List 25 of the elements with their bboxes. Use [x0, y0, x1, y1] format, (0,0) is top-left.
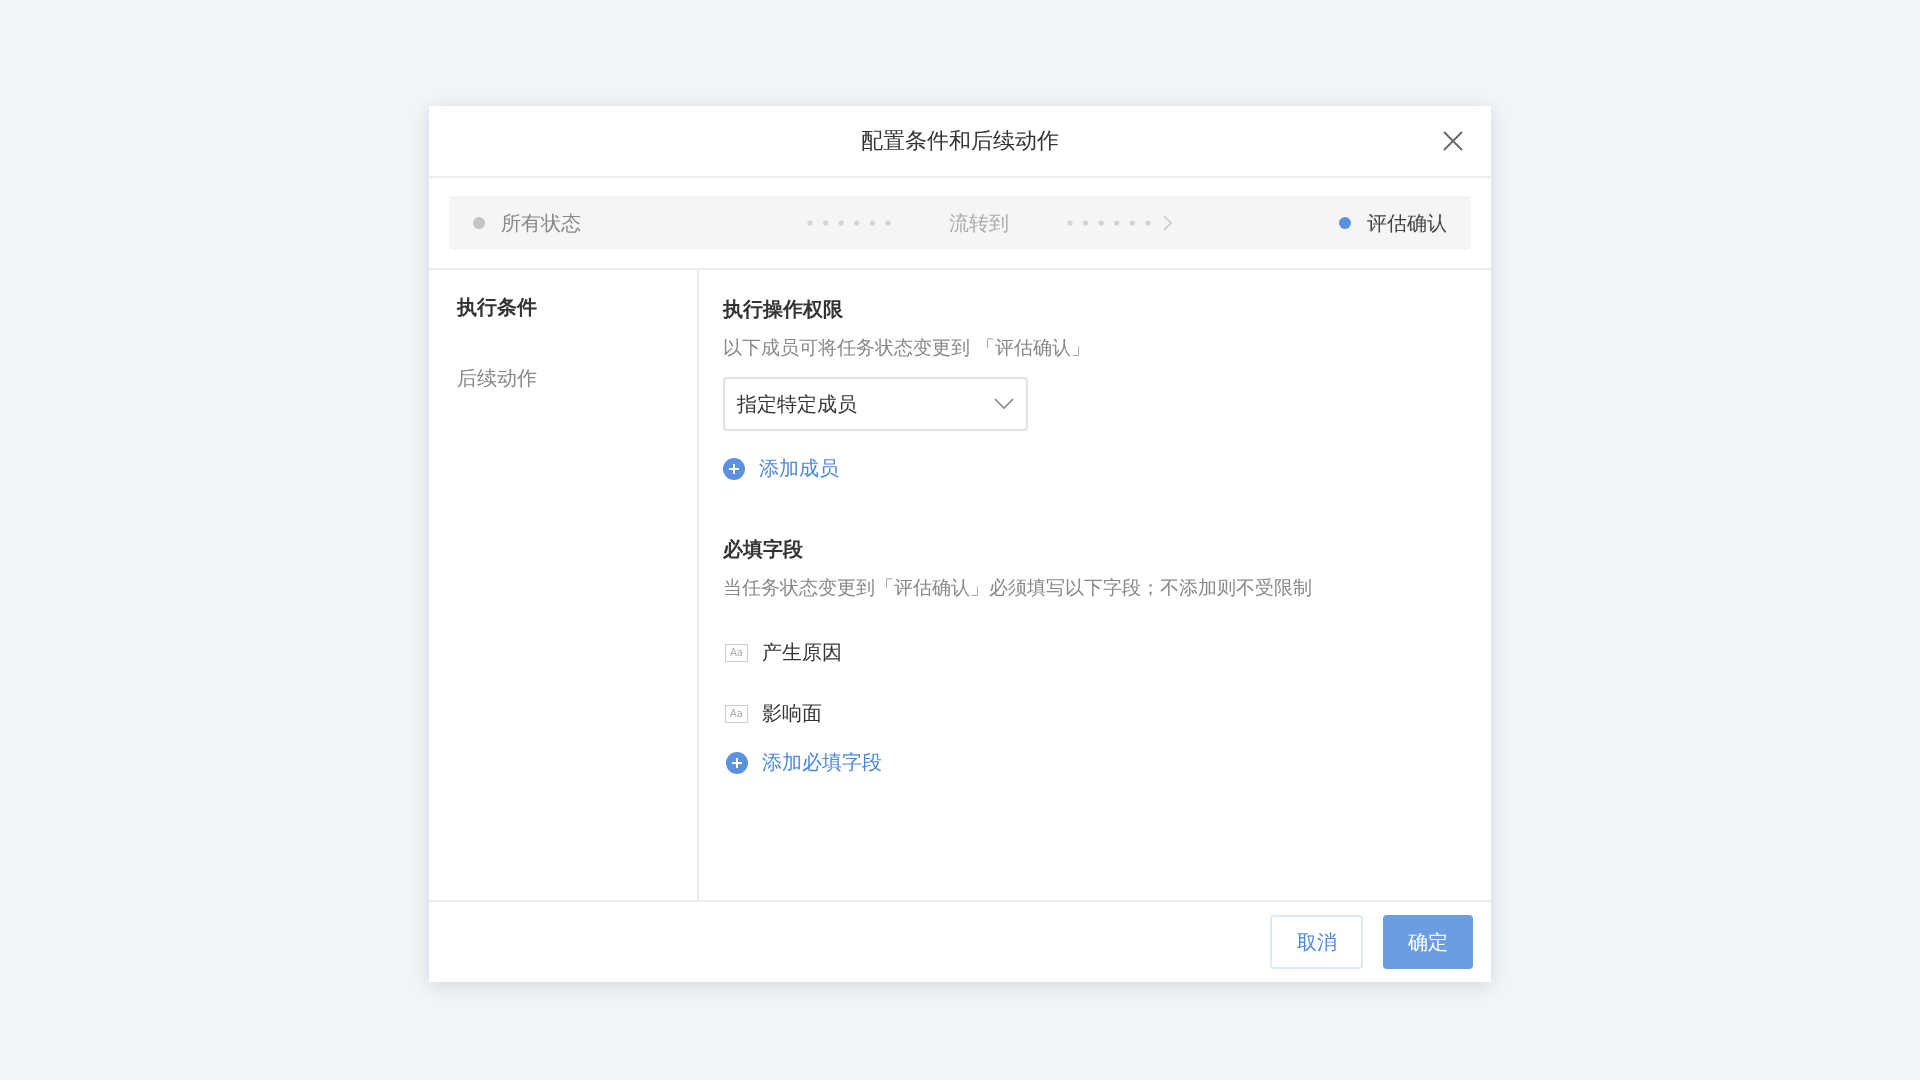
- text-field-icon: Aa: [725, 704, 748, 723]
- sidebar-item[interactable]: 后续动作: [457, 365, 537, 392]
- dotted-arrow-icon: [1067, 214, 1173, 232]
- add-member-link[interactable]: 添加成员: [759, 455, 839, 482]
- text-field-icon: Aa: [725, 643, 748, 662]
- section-title: 执行操作权限: [723, 296, 843, 323]
- section-description: 当任务状态变更到「评估确认」必须填写以下字段；不添加则不受限制: [723, 575, 1312, 600]
- chevron-down-icon: [994, 398, 1014, 410]
- sidebar-item[interactable]: 执行条件: [457, 294, 537, 321]
- status-label: 评估确认: [1367, 209, 1447, 237]
- dialog-title: 配置条件和后续动作: [861, 127, 1059, 155]
- field-label: 影响面: [761, 700, 822, 727]
- plus-circle-icon[interactable]: [723, 457, 745, 480]
- member-select[interactable]: 指定特定成员: [723, 377, 1028, 431]
- field-label: 产生原因: [761, 639, 842, 666]
- close-icon[interactable]: [1441, 129, 1465, 153]
- flow-label: 流转到: [949, 209, 1009, 237]
- add-field-link[interactable]: 添加必填字段: [762, 749, 882, 776]
- section-title: 必填字段: [723, 536, 803, 563]
- cancel-button[interactable]: 取消: [1270, 915, 1363, 969]
- dotted-line-icon: [807, 220, 891, 226]
- status-label: 所有状态: [501, 209, 581, 237]
- plus-circle-icon[interactable]: [726, 751, 748, 774]
- confirm-button[interactable]: 确定: [1383, 915, 1473, 969]
- section-description: 以下成员可将任务状态变更到 「评估确认」: [723, 335, 1091, 360]
